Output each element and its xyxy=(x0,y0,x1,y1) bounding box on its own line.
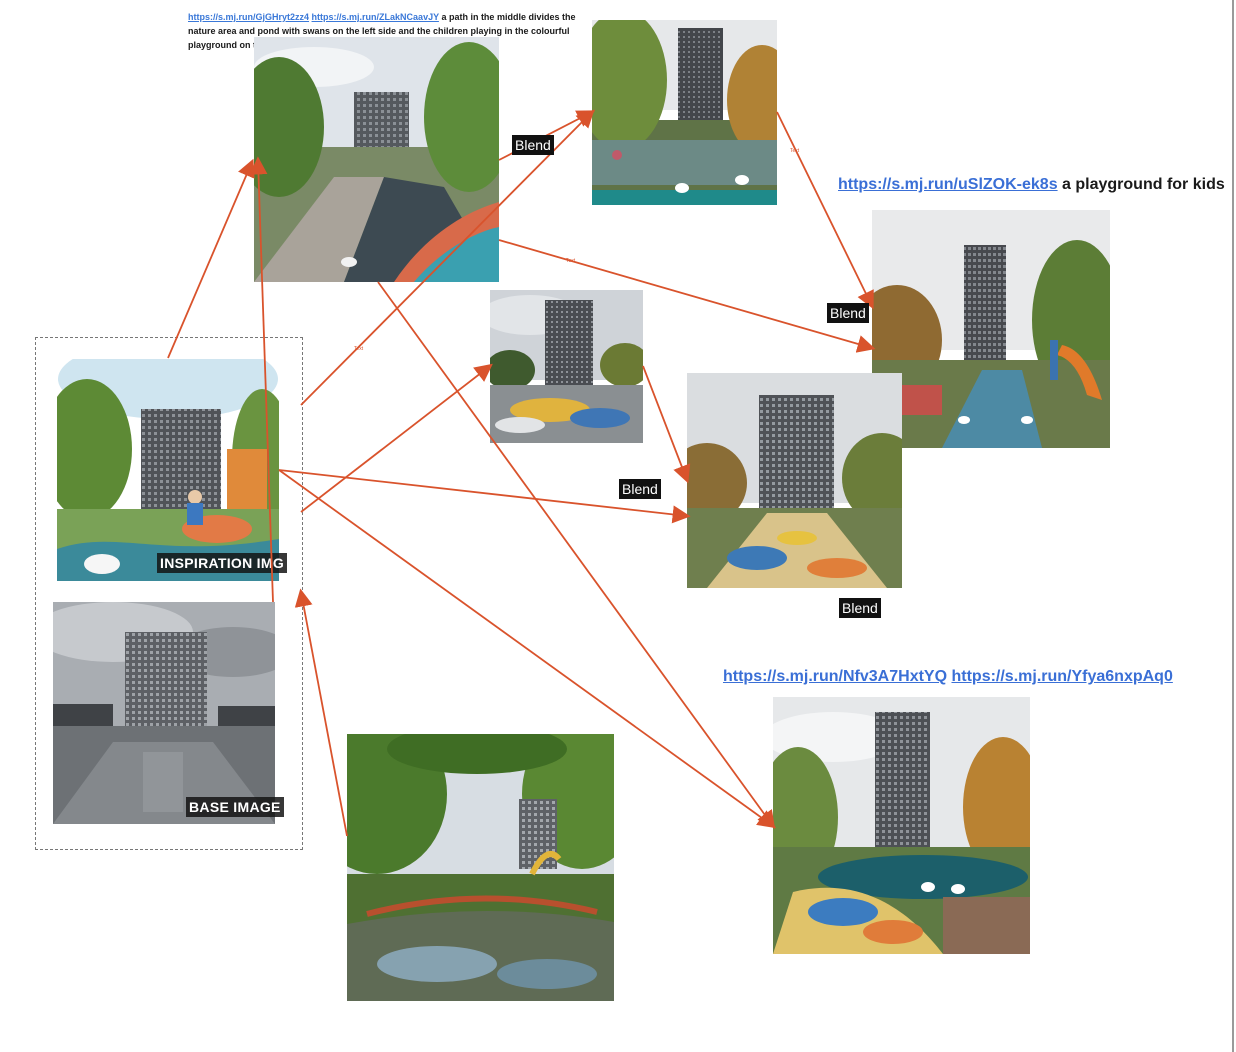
blend-tag-2: Blend xyxy=(827,303,869,323)
generated-image-bridge[interactable] xyxy=(347,734,614,1001)
prompt-link-1[interactable]: https://s.mj.run/GjGHryt2zz4 xyxy=(188,12,309,22)
arrow-inspiration-to-top-image xyxy=(167,158,255,359)
arrow-label-text-2: Text xyxy=(566,258,576,264)
prompt-link-playground[interactable]: https://s.mj.run/uSlZOK-ek8s xyxy=(838,176,1058,193)
prompt-text-playground: a playground for kids xyxy=(1062,176,1225,193)
arrow-blend-1-to-playground xyxy=(776,111,874,310)
arrow-label-text-3: Text xyxy=(790,148,800,154)
blend-tag-4: Blend xyxy=(839,598,881,618)
canvas-edge-divider xyxy=(1232,0,1234,1052)
prompt-note-right: https://s.mj.run/uSlZOK-ek8s a playgroun… xyxy=(838,176,1225,194)
generated-image-playground[interactable] xyxy=(872,210,1110,448)
inspiration-caption: INSPIRATION IMG xyxy=(157,553,288,573)
arrow-label-text-1: Text xyxy=(354,346,364,352)
inspiration-image[interactable] xyxy=(57,359,279,581)
blend-tag-3: Blend xyxy=(619,479,661,499)
arrow-group-to-blend-2 xyxy=(300,363,493,513)
base-image[interactable] xyxy=(53,602,275,824)
prompt-link-2[interactable]: https://s.mj.run/ZLakNCaavJY xyxy=(312,12,439,22)
generated-image-blend-1[interactable] xyxy=(592,20,777,205)
prompt-note-bottom: https://s.mj.run/Nfv3A7HxtYQ https://s.m… xyxy=(723,668,1173,686)
generated-image-blend-2[interactable] xyxy=(490,290,643,443)
arrow-bridge-to-group xyxy=(294,588,348,837)
generated-image-path-pond[interactable] xyxy=(254,37,499,282)
prompt-link-4[interactable]: https://s.mj.run/Yfya6nxpAq0 xyxy=(951,668,1172,685)
generated-image-pond-playground[interactable] xyxy=(773,697,1030,954)
generated-image-blend-3[interactable] xyxy=(687,373,902,588)
arrow-blend-2-to-blend-3 xyxy=(642,365,691,484)
blend-tag-1: Blend xyxy=(512,135,554,155)
prompt-link-3[interactable]: https://s.mj.run/Nfv3A7HxtYQ xyxy=(723,668,947,685)
base-caption: BASE IMAGE xyxy=(186,797,284,817)
